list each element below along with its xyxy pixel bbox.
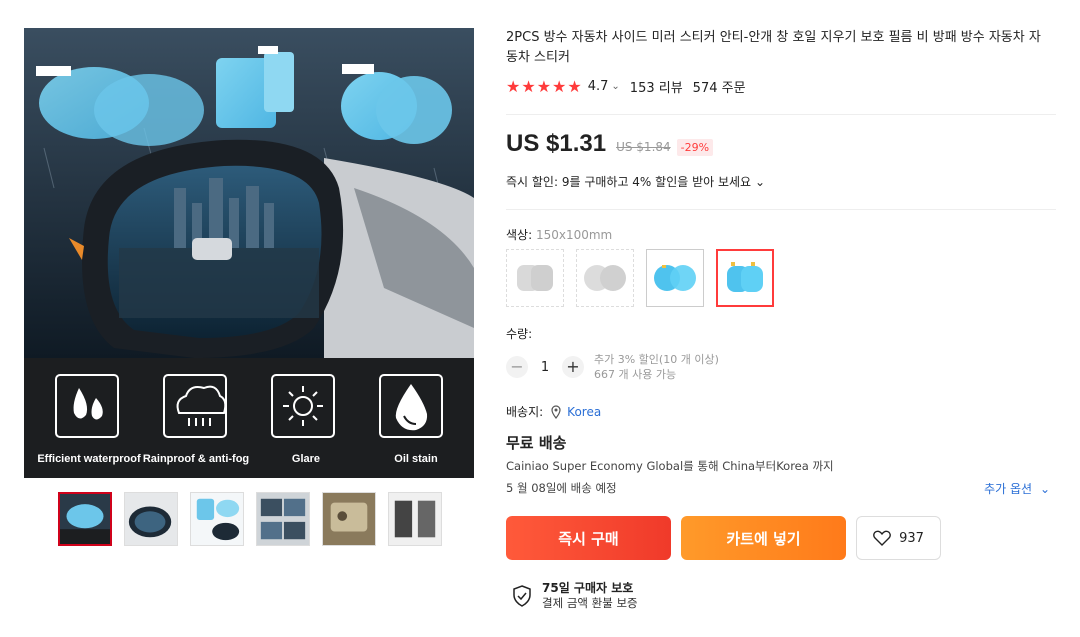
ship-to-label: 배송지: bbox=[506, 405, 544, 419]
delivery-estimate: 5 월 08일에 배송 예정 bbox=[506, 481, 617, 495]
heart-icon bbox=[873, 530, 891, 546]
instant-discount-promo[interactable]: 즉시 할인: 9를 구매하고 4% 할인을 받아 보세요 ⌄ bbox=[506, 173, 765, 190]
thumbnail-strip bbox=[58, 492, 442, 546]
product-title: 2PCS 방수 자동차 사이드 미러 스티커 안티-안개 창 호일 지우기 보호… bbox=[506, 30, 1041, 65]
orders-count: 574 주문 bbox=[692, 80, 746, 96]
main-product-image[interactable]: Efficient waterproof Rainproof & anti-fo… bbox=[24, 28, 474, 478]
swatch-blue-round[interactable] bbox=[646, 249, 704, 307]
color-label-text: 색상: bbox=[506, 228, 533, 242]
caption-2: Rainproof & anti-fog bbox=[143, 453, 249, 465]
thumbnail-6[interactable] bbox=[388, 492, 442, 546]
chevron-down-icon: ⌄ bbox=[1039, 482, 1050, 496]
free-shipping-title: 무료 배송 bbox=[506, 434, 567, 452]
quantity-plus-button[interactable]: + bbox=[562, 356, 584, 378]
original-price: US $1.84 bbox=[616, 140, 671, 154]
star-icon: ★ bbox=[567, 76, 582, 96]
ship-to: 배송지: Korea bbox=[506, 403, 601, 420]
promo-text: 즉시 할인: 9를 구매하고 4% 할인을 받아 보세요 bbox=[506, 175, 752, 189]
current-price: US $1.31 bbox=[506, 130, 607, 157]
caption-1: Efficient waterproof bbox=[37, 453, 141, 465]
product-info: 2PCS 방수 자동차 사이드 미러 스티커 안티-안개 창 호일 지우기 보호… bbox=[506, 28, 1056, 610]
divider bbox=[506, 209, 1056, 210]
stock-available-note: 667 개 사용 가능 bbox=[594, 368, 677, 381]
thumbnail-5[interactable] bbox=[322, 492, 376, 546]
chevron-down-icon[interactable]: ⌄ bbox=[611, 81, 619, 92]
location-pin-icon bbox=[551, 404, 561, 419]
buyer-protection[interactable]: 75일 구매자 보호 결제 금액 환불 보증 bbox=[512, 580, 638, 611]
discount-badge: -29% bbox=[676, 139, 714, 156]
star-icon: ★ bbox=[552, 76, 567, 96]
color-swatches bbox=[506, 249, 774, 307]
divider bbox=[506, 114, 1056, 115]
rating-stars: ★ ★ ★ ★ ★ bbox=[506, 77, 582, 96]
wishlist-button[interactable]: 937 bbox=[856, 516, 941, 560]
add-to-cart-button[interactable]: 카트에 넣기 bbox=[681, 516, 846, 560]
swatch-blue-rect[interactable] bbox=[716, 249, 774, 307]
thumbnail-2[interactable] bbox=[124, 492, 178, 546]
color-label: 색상: 150x100mm bbox=[506, 226, 612, 243]
thumbnail-3[interactable] bbox=[190, 492, 244, 546]
reviews-count[interactable]: 153 리뷰 bbox=[630, 77, 683, 96]
more-options-label: 추가 옵션 bbox=[984, 482, 1033, 496]
quantity-label: 수량: bbox=[506, 327, 533, 341]
rating-row: ★ ★ ★ ★ ★ 4.7 ⌄ 153 리뷰 574 주문 bbox=[506, 75, 1056, 97]
product-photo: Efficient waterproof Rainproof & anti-fo… bbox=[24, 28, 474, 478]
protection-subtitle: 결제 금액 환불 보증 bbox=[542, 596, 638, 610]
star-icon: ★ bbox=[536, 76, 552, 96]
shipping-description: Cainiao Super Economy Global를 통해 China부터… bbox=[506, 459, 834, 473]
shield-check-icon bbox=[513, 584, 531, 607]
chevron-down-icon: ⌄ bbox=[754, 175, 765, 189]
ship-to-location[interactable]: Korea bbox=[567, 405, 601, 419]
rating-value[interactable]: 4.7 bbox=[588, 79, 609, 94]
caption-4: Oil stain bbox=[394, 453, 438, 465]
caption-3: Glare bbox=[292, 453, 320, 465]
quantity-minus-button[interactable]: − bbox=[506, 356, 528, 378]
more-shipping-options[interactable]: 추가 옵션 ⌄ bbox=[984, 480, 1050, 497]
quantity-notes: 추가 3% 할인(10 개 이상) 667 개 사용 가능 bbox=[594, 352, 719, 382]
star-icon: ★ bbox=[521, 76, 536, 96]
price-row: US $1.31 US $1.84 -29% bbox=[506, 130, 714, 158]
wishlist-count: 937 bbox=[899, 530, 924, 546]
quantity-value[interactable]: 1 bbox=[528, 360, 562, 375]
thumbnail-1[interactable] bbox=[58, 492, 112, 546]
quantity-stepper: − 1 + 추가 3% 할인(10 개 이상) 667 개 사용 가능 bbox=[506, 352, 719, 382]
swatch-grey-rect[interactable] bbox=[506, 249, 564, 307]
thumbnail-4[interactable] bbox=[256, 492, 310, 546]
bulk-discount-note: 추가 3% 할인(10 개 이상) bbox=[594, 353, 719, 366]
buy-now-button[interactable]: 즉시 구매 bbox=[506, 516, 671, 560]
protection-title: 75일 구매자 보호 bbox=[542, 581, 634, 595]
selected-color-value: 150x100mm bbox=[535, 228, 613, 242]
star-icon: ★ bbox=[506, 76, 521, 96]
protection-text: 75일 구매자 보호 결제 금액 환불 보증 bbox=[542, 580, 638, 611]
swatch-grey-round[interactable] bbox=[576, 249, 634, 307]
